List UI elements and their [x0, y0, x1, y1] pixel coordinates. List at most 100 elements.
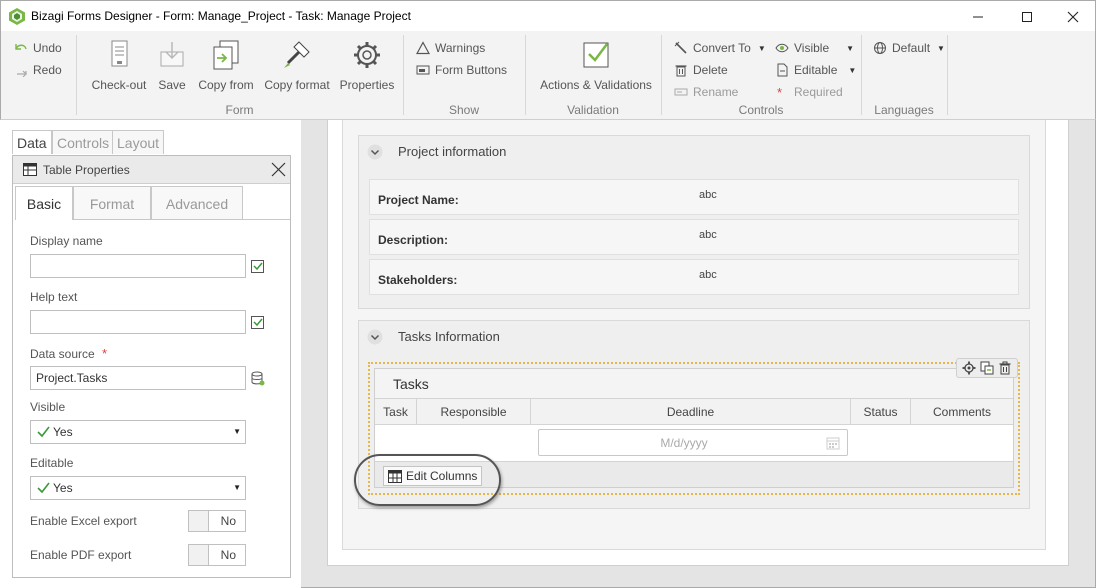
close-window-button[interactable] — [1050, 1, 1096, 32]
left-panel: Data Controls Layout Table Properties Ba… — [9, 127, 300, 578]
check-out-label: Check-out — [91, 78, 147, 92]
help-text-input[interactable] — [30, 310, 246, 334]
tab-controls[interactable]: Controls — [52, 130, 115, 154]
field-description[interactable]: Description: abc — [369, 219, 1019, 255]
warnings-button[interactable]: Warnings — [416, 39, 485, 57]
visible-label: Visible — [794, 41, 830, 55]
maximize-icon — [1022, 11, 1032, 22]
localize-check-icon[interactable] — [251, 260, 264, 273]
localize-check-icon[interactable] — [251, 316, 264, 329]
column-header-deadline[interactable]: Deadline — [531, 399, 851, 425]
grid-toolbar — [956, 358, 1018, 378]
rename-button[interactable]: Rename — [674, 83, 738, 101]
caret-down-icon: ▼ — [848, 65, 857, 75]
warning-icon — [416, 41, 430, 55]
field-label: Description: — [378, 233, 449, 247]
language-label: Default — [892, 41, 931, 55]
field-project-name[interactable]: Project Name: abc — [369, 179, 1019, 215]
editable-select[interactable]: Yes ▼ — [30, 476, 246, 500]
required-label: Required — [794, 85, 843, 99]
tab-layout[interactable]: Layout — [112, 130, 165, 154]
form-buttons-button[interactable]: Form Buttons — [416, 61, 507, 79]
gear-icon[interactable] — [962, 361, 976, 375]
tab-underline — [243, 219, 290, 220]
copy-format-button[interactable]: Copy format — [263, 39, 331, 92]
pdf-export-toggle[interactable]: No — [188, 544, 246, 566]
properties-header: Table Properties — [13, 156, 290, 184]
rename-label: Rename — [693, 85, 739, 99]
copy-from-button[interactable]: Copy from — [197, 39, 255, 92]
field-value: abc — [699, 229, 717, 241]
deadline-date-input[interactable]: M/d/yyyy — [538, 429, 848, 456]
column-header-status[interactable]: Status — [851, 399, 911, 425]
delete-label: Delete — [693, 63, 728, 77]
eye-icon — [775, 43, 789, 53]
table-icon — [23, 163, 37, 176]
check-out-icon — [111, 40, 128, 67]
delete-button[interactable]: Delete — [674, 61, 728, 79]
editable-dropdown[interactable]: Editable ▼ — [775, 61, 856, 79]
save-button[interactable]: Save — [156, 39, 188, 92]
tab-advanced[interactable]: Advanced — [151, 186, 243, 220]
form-buttons-label: Form Buttons — [435, 63, 508, 77]
minimize-button[interactable] — [955, 1, 1001, 32]
check-icon — [37, 426, 50, 438]
trash-icon — [675, 65, 687, 77]
actions-validations-button[interactable]: Actions & Validations — [534, 39, 658, 92]
redo-icon — [17, 70, 27, 77]
column-header-responsible[interactable]: Responsible — [417, 399, 531, 425]
editable-icon — [777, 63, 788, 77]
data-source-label-text: Data source — [30, 347, 95, 361]
copy-format-icon[interactable] — [980, 361, 994, 375]
wand-icon — [674, 41, 687, 54]
redo-button[interactable]: Redo — [14, 61, 62, 79]
ribbon-toolbar: Undo Redo Check-out Save Copy from Copy … — [0, 31, 1096, 120]
column-header-task[interactable]: Task — [375, 399, 417, 425]
check-out-button[interactable]: Check-out — [91, 39, 147, 92]
visible-value: Yes — [53, 425, 73, 439]
undo-button[interactable]: Undo — [14, 39, 62, 57]
warnings-label: Warnings — [435, 41, 486, 55]
required-button[interactable]: * Required — [777, 83, 843, 101]
field-stakeholders[interactable]: Stakeholders: abc — [369, 259, 1019, 295]
project-information-title: Project information — [398, 144, 507, 159]
database-icon[interactable] — [251, 371, 265, 386]
copy-from-label: Copy from — [198, 78, 254, 92]
convert-to-label: Convert To — [693, 41, 751, 55]
trash-icon[interactable] — [998, 361, 1012, 375]
form-group-label: Form — [225, 103, 254, 117]
excel-export-toggle[interactable]: No — [188, 510, 246, 532]
maximize-button[interactable] — [1004, 1, 1050, 32]
data-source-input[interactable]: Project.Tasks — [30, 366, 246, 390]
ribbon-separator — [947, 35, 948, 115]
visible-label: Visible — [30, 400, 66, 414]
required-mark: * — [102, 346, 108, 361]
chevron-down-icon[interactable] — [367, 144, 383, 160]
globe-icon — [874, 42, 886, 54]
caret-down-icon: ▼ — [233, 483, 241, 492]
column-header-comments[interactable]: Comments — [911, 399, 1013, 425]
chevron-down-icon[interactable] — [367, 329, 383, 345]
language-dropdown[interactable]: Default ▼ — [873, 39, 945, 57]
field-label: Stakeholders: — [378, 273, 458, 287]
pdf-export-label: Enable PDF export — [30, 548, 132, 562]
caret-down-icon: ▼ — [846, 43, 855, 53]
show-group-label: Show — [448, 103, 480, 117]
calendar-icon[interactable] — [826, 436, 840, 450]
bizagi-app-icon — [9, 8, 25, 25]
form-buttons-icon — [416, 65, 430, 75]
tab-basic[interactable]: Basic — [15, 186, 73, 220]
convert-to-dropdown[interactable]: Convert To ▼ — [674, 39, 766, 57]
redo-label: Redo — [33, 63, 62, 77]
languages-group-label: Languages — [874, 103, 934, 117]
visible-dropdown[interactable]: Visible ▼ — [775, 39, 854, 57]
display-name-input[interactable] — [30, 254, 246, 278]
properties-button[interactable]: Properties — [339, 39, 395, 92]
editable-label: Editable — [30, 456, 74, 470]
visible-select[interactable]: Yes ▼ — [30, 420, 246, 444]
tab-format[interactable]: Format — [73, 186, 151, 220]
close-icon[interactable] — [271, 162, 286, 177]
tab-data[interactable]: Data — [12, 130, 52, 154]
check-icon — [37, 482, 50, 494]
format-brush-icon — [284, 41, 310, 68]
